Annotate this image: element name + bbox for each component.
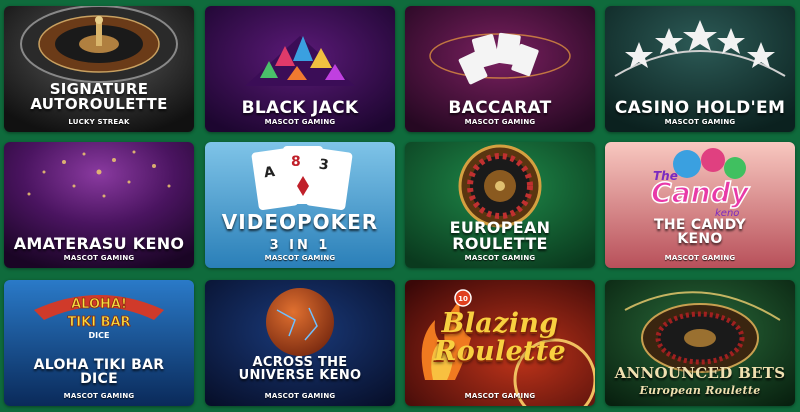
game-provider: MASCOT GAMING [63, 254, 135, 262]
game-provider: MASCOT GAMING [464, 254, 536, 262]
game-title-line-1: VIDEOPOKER [221, 210, 379, 234]
game-title-line-1: ANNOUNCED BETS [614, 364, 786, 382]
game-provider: MASCOT GAMING [664, 254, 736, 262]
game-provider: LUCKY STREAK [68, 118, 130, 126]
svg-text:8: 8 [291, 154, 301, 170]
aloha-logo-small: DICE [89, 331, 110, 340]
game-title-line-2: European Roulette [639, 383, 761, 397]
game-tile-black-jack[interactable]: BLACK JACK MASCOT GAMING [205, 6, 395, 132]
game-title-line-2: Roulette [433, 336, 567, 368]
game-title: THE CANDY KENO [605, 218, 795, 246]
game-title-line-1: Blazing [441, 308, 559, 339]
aloha-logo-top: ALOHA! [71, 297, 127, 312]
game-provider: MASCOT GAMING [464, 118, 536, 126]
game-provider: MASCOT GAMING [63, 392, 135, 400]
game-title: ANNOUNCED BETS European Roulette [605, 364, 795, 398]
game-provider: MASCOT GAMING [264, 254, 336, 262]
planet-art [205, 280, 395, 406]
game-title: VIDEOPOKER 3 IN 1 [205, 212, 395, 252]
chip-label: 10 [458, 295, 468, 303]
game-tile-announced-bets[interactable]: ANNOUNCED BETS European Roulette [605, 280, 795, 406]
game-provider: MASCOT GAMING [264, 118, 336, 126]
aloha-logo-mid: TIKI BAR [67, 315, 130, 330]
game-provider: MASCOT GAMING [664, 118, 736, 126]
game-title: SIGNATURE AUTOROULETTE [4, 82, 194, 112]
game-title: BLACK JACK [205, 100, 395, 117]
game-tile-amaterasu-keno[interactable]: AMATERASU KENO MASCOT GAMING [4, 142, 194, 268]
game-title-line-2: 3 IN 1 [269, 238, 331, 253]
game-title: Blazing Roulette [405, 308, 595, 368]
game-title-line-2: AUTOROULETTE [30, 95, 168, 113]
game-title: ALOHA TIKI BAR DICE [4, 358, 194, 386]
game-title-line-2: DICE [80, 371, 118, 387]
candy-balls-art: Candy The keno [605, 142, 795, 268]
game-provider: MASCOT GAMING [464, 392, 536, 400]
game-title-line-1: BACCARAT [448, 98, 552, 118]
game-title-line-1: BLACK JACK [241, 98, 359, 118]
game-title-line-1: AMATERASU KENO [13, 234, 185, 253]
game-title: BACCARAT [405, 100, 595, 117]
roulette-wheel-art [4, 6, 194, 132]
game-tile-signature-autoroulette[interactable]: SIGNATURE AUTOROULETTE LUCKY STREAK [4, 6, 194, 132]
game-tile-aloha-tiki-bar-dice[interactable]: ALOHA! TIKI BAR DICE ALOHA TIKI BAR DICE… [4, 280, 194, 406]
game-tile-baccarat[interactable]: BACCARAT MASCOT GAMING [405, 6, 595, 132]
game-grid: SIGNATURE AUTOROULETTE LUCKY STREAK BLAC… [0, 0, 800, 412]
game-tile-the-candy-keno[interactable]: Candy The keno THE CANDY KENO MASCOT GAM… [605, 142, 795, 268]
game-provider: MASCOT GAMING [264, 392, 336, 400]
game-title-line-1: CASINO HOLD'EM [614, 98, 786, 118]
game-title-line-2: UNIVERSE KENO [238, 368, 362, 383]
candy-logo-top: The [653, 169, 678, 183]
game-title: AMATERASU KENO [4, 236, 194, 252]
game-tile-across-the-universe-keno[interactable]: ACROSS THE UNIVERSE KENO MASCOT GAMING [205, 280, 395, 406]
game-tile-blazing-roulette[interactable]: 10 Blazing Roulette MASCOT GAMING [405, 280, 595, 406]
game-tile-videopoker-3in1[interactable]: A 8 3 VIDEOPOKER 3 IN 1 MASCOT GAMING [205, 142, 395, 268]
game-title-line-2: KENO [677, 231, 723, 247]
game-title-line-2: ROULETTE [452, 234, 548, 253]
game-title: CASINO HOLD'EM [605, 100, 795, 117]
tiki-bar-art: ALOHA! TIKI BAR DICE [4, 280, 194, 406]
game-tile-casino-holdem[interactable]: CASINO HOLD'EM MASCOT GAMING [605, 6, 795, 132]
game-title: EUROPEAN ROULETTE [405, 220, 595, 252]
game-tile-european-roulette[interactable]: EUROPEAN ROULETTE MASCOT GAMING [405, 142, 595, 268]
game-title: ACROSS THE UNIVERSE KENO [205, 356, 395, 382]
